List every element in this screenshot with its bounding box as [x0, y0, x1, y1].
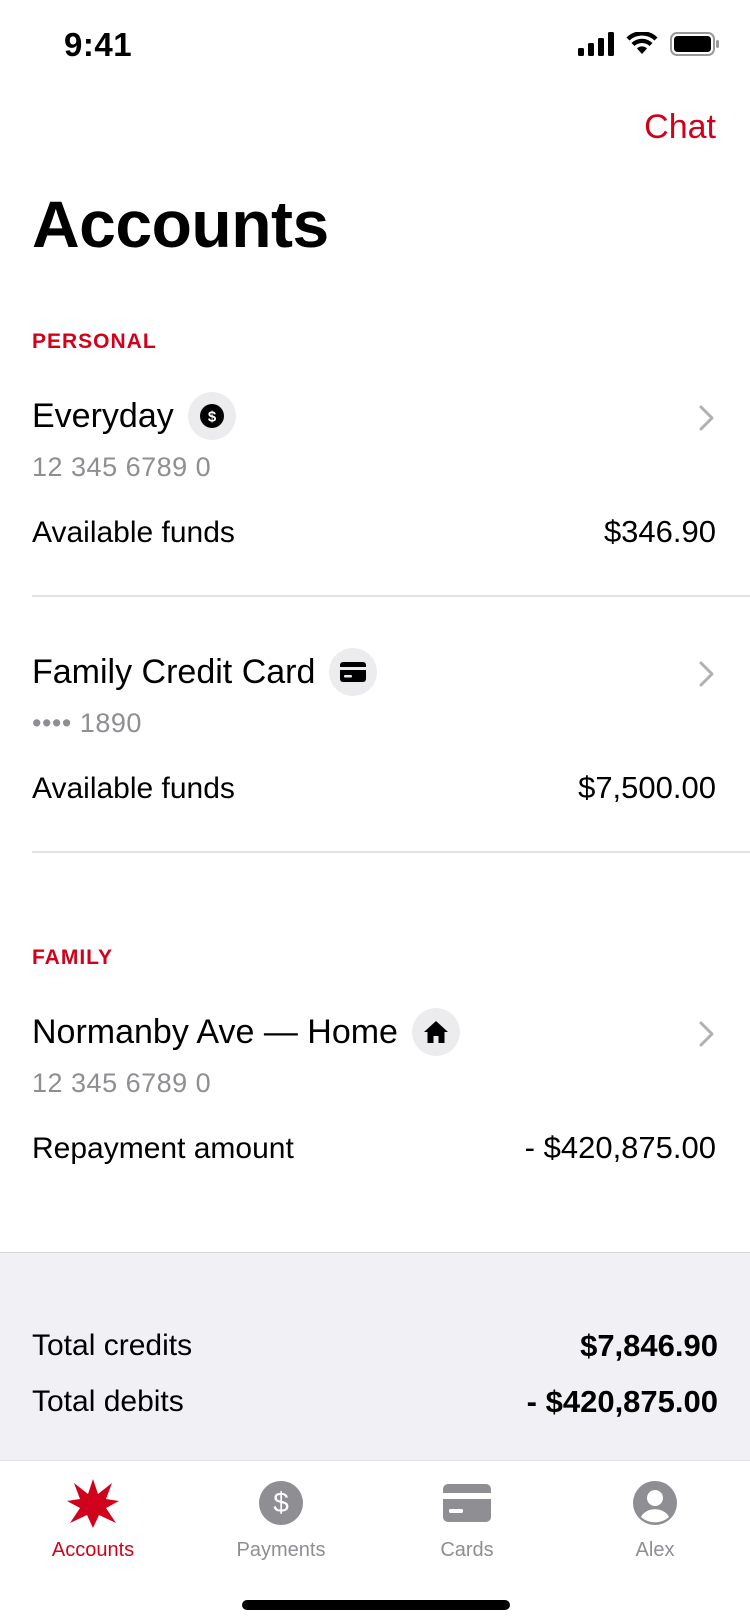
tab-accounts[interactable]: Accounts — [18, 1473, 168, 1562]
chevron-right-icon — [699, 1021, 714, 1047]
tab-label: Alex — [635, 1539, 675, 1561]
battery-icon — [670, 32, 719, 56]
tab-label: Accounts — [51, 1539, 135, 1561]
account-balance-label: Repayment amount — [32, 1132, 294, 1165]
total-debits-label: Total debits — [32, 1385, 184, 1418]
chevron-right-icon — [699, 405, 714, 431]
account-type-badge — [411, 1008, 460, 1056]
account-balance-value: $7,500.00 — [578, 770, 716, 805]
section-label-personal: PERSONAL — [32, 330, 157, 353]
section-label-family: FAMILY — [32, 946, 114, 969]
account-number: 12 345 6789 0 — [32, 452, 212, 482]
total-credits-value: $7,846.90 — [580, 1328, 718, 1363]
account-number: •••• 1890 — [32, 708, 142, 738]
card-icon — [437, 1473, 497, 1533]
divider — [32, 595, 750, 597]
tab-label: Payments — [236, 1539, 326, 1561]
dollar-icon: $ — [199, 404, 224, 428]
account-balance-value: $346.90 — [603, 514, 716, 549]
svg-text:$: $ — [273, 1487, 289, 1518]
home-icon — [423, 1021, 448, 1043]
tab-label: Cards — [440, 1539, 494, 1561]
divider — [32, 851, 750, 853]
totals-panel: Total credits $7,846.90 Total debits - $… — [0, 1252, 750, 1460]
account-name: Everyday — [32, 396, 174, 435]
account-name-row: Family Credit Card — [32, 648, 378, 696]
account-name: Family Credit Card — [32, 652, 316, 691]
home-indicator[interactable] — [242, 1600, 510, 1610]
account-row-family-credit-card[interactable]: Family Credit Card •••• 1890 Available f… — [0, 636, 750, 850]
chat-link[interactable]: Chat — [644, 108, 716, 147]
status-time: 9:41 — [64, 26, 133, 63]
status-icons — [578, 32, 720, 56]
star-logo-icon — [63, 1473, 123, 1533]
dollar-icon: $ — [251, 1473, 311, 1533]
signal-icon — [578, 32, 614, 56]
chevron-right-icon — [699, 661, 714, 687]
account-name-row: Normanby Ave — Home — [32, 1008, 460, 1056]
total-credits-label: Total credits — [32, 1329, 193, 1362]
credit-card-icon — [340, 662, 367, 682]
total-debits-value: - $420,875.00 — [526, 1384, 718, 1419]
tab-payments[interactable]: $ Payments — [206, 1473, 356, 1562]
status-bar: 9:41 — [0, 0, 750, 92]
account-row-normanby-ave-home[interactable]: Normanby Ave — Home 12 345 6789 0 Repaym… — [0, 996, 750, 1210]
account-balance-label: Available funds — [32, 772, 235, 805]
account-name-row: Everyday $ — [32, 392, 236, 440]
account-name: Normanby Ave — Home — [32, 1012, 398, 1051]
account-type-badge: $ — [187, 392, 236, 440]
account-balance-label: Available funds — [32, 516, 235, 549]
wifi-icon — [626, 32, 658, 54]
page-title: Accounts — [32, 187, 329, 261]
account-type-badge — [329, 648, 378, 696]
account-balance-value: - $420,875.00 — [524, 1130, 716, 1165]
profile-icon — [625, 1473, 685, 1533]
account-number: 12 345 6789 0 — [32, 1068, 212, 1098]
tab-cards[interactable]: Cards — [392, 1473, 542, 1562]
account-row-everyday[interactable]: Everyday $ 12 345 6789 0 Available funds… — [0, 380, 750, 594]
tab-profile[interactable]: Alex — [580, 1473, 730, 1562]
svg-text:$: $ — [208, 409, 217, 426]
